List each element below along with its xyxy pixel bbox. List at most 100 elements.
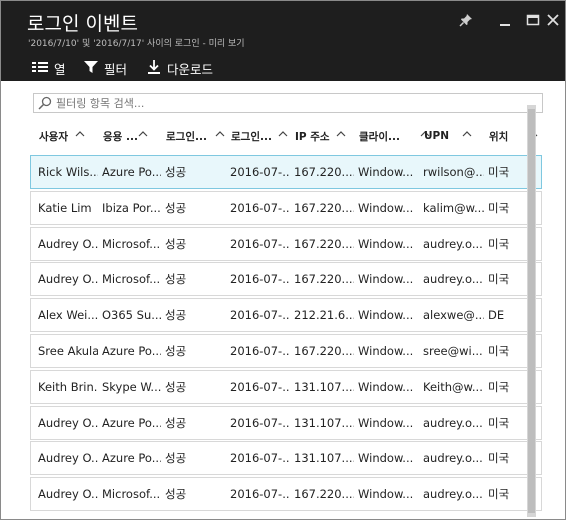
- columns-icon: [32, 61, 48, 76]
- cell-location: 미국: [488, 236, 510, 251]
- table-row[interactable]: Audrey O... Azure Po... 성공 2016-07-... 131.1…: [30, 405, 542, 440]
- cell-application: Microsof...: [102, 487, 161, 502]
- sort-caret-up-icon[interactable]: [215, 130, 225, 137]
- cell-client: Window...: [358, 308, 414, 323]
- table-row[interactable]: Audrey O... Microsof... 성공 2016-07-... 167.2…: [30, 477, 542, 512]
- filter-button[interactable]: 필터: [84, 58, 127, 78]
- cell-upn: sree@wi...: [423, 344, 483, 358]
- cell-user: Audrey O...: [38, 415, 98, 430]
- cell-signin-date: 2016-07-...: [230, 165, 290, 179]
- cell-upn: Keith@w...: [423, 379, 483, 394]
- cell-location: DE: [488, 308, 505, 323]
- scrollbar-thumb[interactable]: [528, 109, 535, 513]
- cell-location: 미국: [488, 379, 510, 394]
- cell-application: Azure Po...: [102, 451, 161, 466]
- cell-user: Audrey O...: [38, 487, 98, 502]
- cell-signin-status: 성공: [165, 379, 187, 394]
- cell-client: Window...: [358, 451, 414, 466]
- cell-ip-address: 131.107....: [294, 415, 354, 430]
- download-icon: [147, 59, 161, 77]
- table-row[interactable]: Audrey O... Microsof... 성공 2016-07-... 167.2…: [30, 262, 542, 297]
- cell-signin-status: 성공: [165, 165, 187, 179]
- cell-signin-status: 성공: [165, 415, 187, 430]
- table-row[interactable]: Audrey O... Azure Po... 성공 2016-07-... 131.1…: [30, 441, 542, 476]
- column-header-label: 위치: [489, 130, 509, 143]
- column-header-label: IP 주소: [295, 130, 330, 143]
- cell-signin-status: 성공: [165, 236, 187, 251]
- cell-ip-address: 167.220....: [294, 487, 354, 502]
- cell-user: Rick Wils...: [38, 165, 98, 179]
- page-title: 로그인 이벤트: [27, 13, 138, 35]
- table-row[interactable]: Sree Akula Azure Po... 성공 2016-07-... 167.22…: [30, 334, 542, 368]
- sort-caret-up-icon[interactable]: [75, 130, 85, 137]
- table-row[interactable]: Alex Wei... O365 Su... 성공 2016-07-... 212.21…: [30, 298, 542, 333]
- column-header-label: UPN: [424, 130, 450, 142]
- cell-user: Audrey O...: [38, 451, 98, 466]
- cell-signin-status: 성공: [165, 200, 187, 215]
- columns-button[interactable]: 열: [32, 58, 66, 78]
- cell-upn: audrey.o...: [423, 487, 483, 502]
- cell-signin-date: 2016-07-...: [230, 200, 290, 215]
- search-icon: [38, 96, 52, 110]
- column-header-label: 응용 ...: [103, 130, 138, 143]
- column-header-signin-status[interactable]: 로그인...: [166, 127, 207, 145]
- cell-client: Window...: [358, 487, 414, 502]
- table-row[interactable]: Keith Brin... Skype W... 성공 2016-07-... 131.…: [30, 369, 542, 404]
- cell-upn: kalim@w...: [423, 200, 484, 215]
- column-header-upn[interactable]: UPN: [424, 127, 449, 145]
- search-input[interactable]: [56, 96, 526, 110]
- filter-icon: [84, 60, 98, 77]
- column-header-user[interactable]: 사용자: [39, 127, 68, 145]
- cell-user: Keith Brin...: [38, 379, 98, 394]
- cell-ip-address: 167.220....: [294, 344, 354, 358]
- cell-signin-date: 2016-07-...: [230, 415, 290, 430]
- column-header-ip-address[interactable]: IP 주소: [295, 127, 330, 145]
- download-button[interactable]: 다운로드: [147, 58, 213, 78]
- cell-signin-date: 2016-07-...: [230, 451, 290, 466]
- cell-upn: audrey.o...: [423, 451, 483, 466]
- filter-label: 필터: [104, 61, 128, 77]
- blade-header: 로그인 이벤트 '2016/7/10' 및 '2016/7/17' 사이의 로그…: [1, 1, 565, 81]
- sort-caret-up-icon[interactable]: [462, 130, 472, 137]
- table-row[interactable]: Audrey O... Microsof... 성공 2016-07-... 167.2…: [30, 226, 542, 261]
- cell-location: 미국: [488, 487, 510, 502]
- cell-user: Katie Lim: [38, 200, 92, 215]
- pin-icon[interactable]: [456, 11, 476, 29]
- minimize-restore-icon[interactable]: [495, 11, 515, 29]
- cell-application: Microsof...: [102, 272, 161, 287]
- cell-ip-address: 167.220....: [294, 236, 354, 251]
- maximize-icon[interactable]: [523, 11, 543, 29]
- column-header-client[interactable]: 클라이...: [359, 127, 400, 145]
- grid-panel: 사용자 응용 ... 로그인... 로그인... IP 주소 클라이... UPN 위치 Ri…: [23, 81, 547, 519]
- toolbar: 열 필터 다운로드: [1, 55, 565, 79]
- column-header-location[interactable]: 위치: [489, 127, 508, 145]
- column-header-label: 사용자: [39, 130, 68, 143]
- cell-ip-address: 131.107....: [294, 451, 354, 466]
- cell-client: Window...: [358, 236, 414, 251]
- cell-signin-date: 2016-07-...: [230, 272, 290, 287]
- cell-client: Window...: [358, 344, 414, 358]
- cell-ip-address: 167.220....: [294, 165, 354, 179]
- cell-location: 미국: [488, 344, 510, 358]
- cell-signin-status: 성공: [165, 344, 187, 358]
- cell-signin-status: 성공: [165, 487, 187, 502]
- sort-caret-up-icon[interactable]: [278, 130, 288, 137]
- cell-upn: audrey.o...: [423, 236, 483, 251]
- cell-user: Audrey O...: [38, 236, 98, 251]
- cell-upn: audrey.o...: [423, 415, 483, 430]
- cell-user: Audrey O...: [38, 272, 98, 287]
- table-row[interactable]: Rick Wils... Azure Po... 성공 2016-07-... 167.…: [30, 155, 542, 189]
- sort-caret-up-icon[interactable]: [138, 130, 148, 137]
- column-header-signin-date[interactable]: 로그인...: [231, 127, 272, 145]
- sort-caret-up-icon[interactable]: [336, 130, 346, 137]
- table-row[interactable]: Katie Lim Ibiza Por... 성공 2016-07-... 167.22…: [30, 190, 542, 225]
- cell-application: Microsof...: [102, 236, 161, 251]
- cell-signin-date: 2016-07-...: [230, 236, 290, 251]
- cell-client: Window...: [358, 415, 414, 430]
- column-header-application[interactable]: 응용 ...: [103, 127, 138, 145]
- cell-application: Ibiza Por...: [102, 200, 161, 215]
- cell-signin-status: 성공: [165, 308, 187, 323]
- cell-upn: audrey.o...: [423, 272, 483, 287]
- close-icon[interactable]: [543, 11, 563, 29]
- cell-signin-date: 2016-07-...: [230, 308, 290, 323]
